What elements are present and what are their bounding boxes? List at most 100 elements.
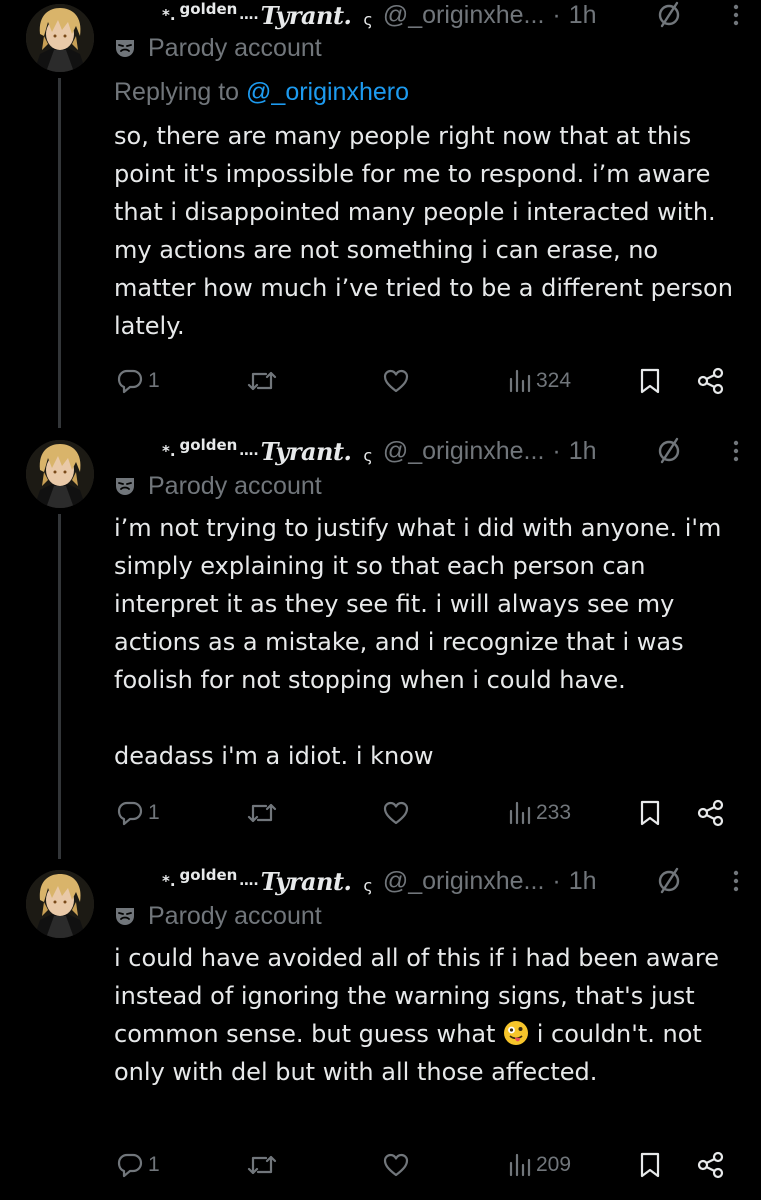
avatar[interactable] bbox=[26, 870, 94, 938]
retweet-button[interactable] bbox=[246, 364, 282, 398]
reply-count: 1 bbox=[148, 1153, 160, 1176]
bookmark-button[interactable] bbox=[638, 796, 662, 830]
bookmark-button[interactable] bbox=[638, 1148, 662, 1182]
avatar[interactable] bbox=[26, 440, 94, 508]
more-icon[interactable] bbox=[726, 0, 746, 30]
like-button[interactable] bbox=[382, 364, 414, 398]
like-button[interactable] bbox=[382, 1148, 414, 1182]
reply-count: 1 bbox=[148, 369, 160, 392]
grok-icon[interactable] bbox=[655, 0, 685, 30]
share-icon bbox=[697, 1151, 724, 1179]
bookmark-button[interactable] bbox=[638, 364, 662, 398]
reply-button[interactable]: 1 bbox=[116, 796, 160, 830]
grok-icon[interactable] bbox=[655, 436, 685, 466]
share-button[interactable] bbox=[696, 796, 726, 830]
heart-icon bbox=[383, 1153, 409, 1177]
display-name-part2[interactable]: Tyrant. bbox=[261, 437, 352, 466]
tweet-text: so, there are many people right now that… bbox=[114, 117, 744, 345]
reply-button[interactable]: 1 bbox=[116, 364, 160, 398]
grok-icon[interactable] bbox=[655, 866, 685, 896]
share-button[interactable] bbox=[696, 1148, 726, 1182]
view-count: 324 bbox=[536, 369, 572, 392]
display-name-part1[interactable]: golden bbox=[180, 866, 238, 884]
bookmark-icon bbox=[640, 800, 660, 826]
retweet-icon bbox=[247, 803, 277, 823]
parody-mask-icon bbox=[116, 40, 134, 57]
reply-icon bbox=[117, 801, 143, 826]
separator-dot: · bbox=[552, 866, 561, 895]
display-name-dots: …. bbox=[239, 443, 259, 459]
separator-dot: · bbox=[552, 0, 561, 29]
separator-dot: · bbox=[552, 436, 561, 465]
tweet-paragraph: i’m not trying to justify what i did wit… bbox=[114, 514, 722, 694]
parody-label: Parody account bbox=[114, 900, 322, 932]
bookmark-icon bbox=[640, 1152, 660, 1178]
name-prefix: *. bbox=[162, 442, 176, 460]
retweet-button[interactable] bbox=[246, 796, 282, 830]
bookmark-icon bbox=[640, 368, 660, 394]
heart-icon bbox=[383, 801, 409, 825]
tweet[interactable]: *. golden …. Tyrant. ς @_originxhe... · … bbox=[0, 866, 761, 1200]
reply-icon bbox=[117, 1153, 143, 1178]
reply-button[interactable]: 1 bbox=[116, 1148, 160, 1182]
display-name-dots: …. bbox=[239, 7, 259, 23]
retweet-icon bbox=[247, 371, 277, 391]
views-icon bbox=[509, 1153, 531, 1177]
share-icon bbox=[697, 799, 724, 827]
parody-text: Parody account bbox=[148, 471, 322, 500]
tweet[interactable]: *. golden …. Tyrant. ς @_originxhe... · … bbox=[0, 436, 761, 856]
parody-text: Parody account bbox=[148, 33, 322, 62]
more-icon[interactable] bbox=[726, 866, 746, 896]
view-count: 233 bbox=[536, 801, 572, 824]
name-prefix: *. bbox=[162, 872, 176, 890]
views-button[interactable]: 233 bbox=[508, 796, 571, 830]
more-icon[interactable] bbox=[726, 436, 746, 466]
tweet-text: i could have avoided all of this if i ha… bbox=[114, 939, 744, 1091]
tweet-paragraph: so, there are many people right now that… bbox=[114, 122, 733, 340]
display-name-suffix: ς bbox=[363, 445, 373, 465]
avatar[interactable] bbox=[26, 4, 94, 72]
retweet-button[interactable] bbox=[246, 1148, 282, 1182]
reply-count: 1 bbox=[148, 801, 160, 824]
share-button[interactable] bbox=[696, 364, 726, 398]
parody-mask-icon bbox=[116, 478, 134, 495]
display-name-part1[interactable]: golden bbox=[180, 436, 238, 454]
tweet-paragraph: i could have avoided all of this if i ha… bbox=[114, 939, 744, 1091]
author-handle[interactable]: @_originxhe... bbox=[383, 1, 545, 30]
replying-to: Replying to @_originxhero bbox=[114, 78, 409, 107]
author-handle[interactable]: @_originxhe... bbox=[383, 437, 545, 466]
tweet-actions: 1 209 bbox=[0, 1148, 761, 1182]
heart-icon bbox=[383, 369, 409, 393]
replying-mention-link[interactable]: @_originxhero bbox=[246, 78, 409, 106]
display-name-suffix: ς bbox=[363, 9, 373, 29]
parody-label: Parody account bbox=[114, 32, 322, 64]
like-button[interactable] bbox=[382, 796, 414, 830]
tweet-paragraph: deadass i'm a idiot. i know bbox=[114, 742, 434, 770]
display-name-part2[interactable]: Tyrant. bbox=[261, 867, 352, 896]
author-handle[interactable]: @_originxhe... bbox=[383, 867, 545, 896]
reply-icon bbox=[117, 369, 143, 394]
display-name-dots: …. bbox=[239, 873, 259, 889]
display-name-part1[interactable]: golden bbox=[180, 0, 238, 18]
display-name-part2[interactable]: Tyrant. bbox=[261, 1, 352, 30]
name-prefix: *. bbox=[162, 6, 176, 24]
display-name-suffix: ς bbox=[363, 875, 373, 895]
tweet-text: i’m not trying to justify what i did wit… bbox=[114, 509, 744, 775]
views-icon bbox=[509, 369, 531, 393]
replying-prefix: Replying to bbox=[114, 78, 240, 106]
tweet-time[interactable]: 1h bbox=[569, 867, 597, 896]
tweet-actions: 1 233 bbox=[0, 796, 761, 830]
share-icon bbox=[697, 367, 724, 395]
retweet-icon bbox=[247, 1155, 277, 1175]
view-count: 209 bbox=[536, 1153, 572, 1176]
tweet-time[interactable]: 1h bbox=[569, 1, 597, 30]
parody-mask-icon bbox=[116, 908, 134, 925]
tweet-actions: 1 324 bbox=[0, 364, 761, 398]
parody-label: Parody account bbox=[114, 470, 322, 502]
views-button[interactable]: 324 bbox=[508, 364, 571, 398]
views-button[interactable]: 209 bbox=[508, 1148, 571, 1182]
parody-text: Parody account bbox=[148, 901, 322, 930]
tweet[interactable]: *. golden …. Tyrant. ς @_originxhe... · … bbox=[0, 0, 761, 430]
tweet-time[interactable]: 1h bbox=[569, 437, 597, 466]
